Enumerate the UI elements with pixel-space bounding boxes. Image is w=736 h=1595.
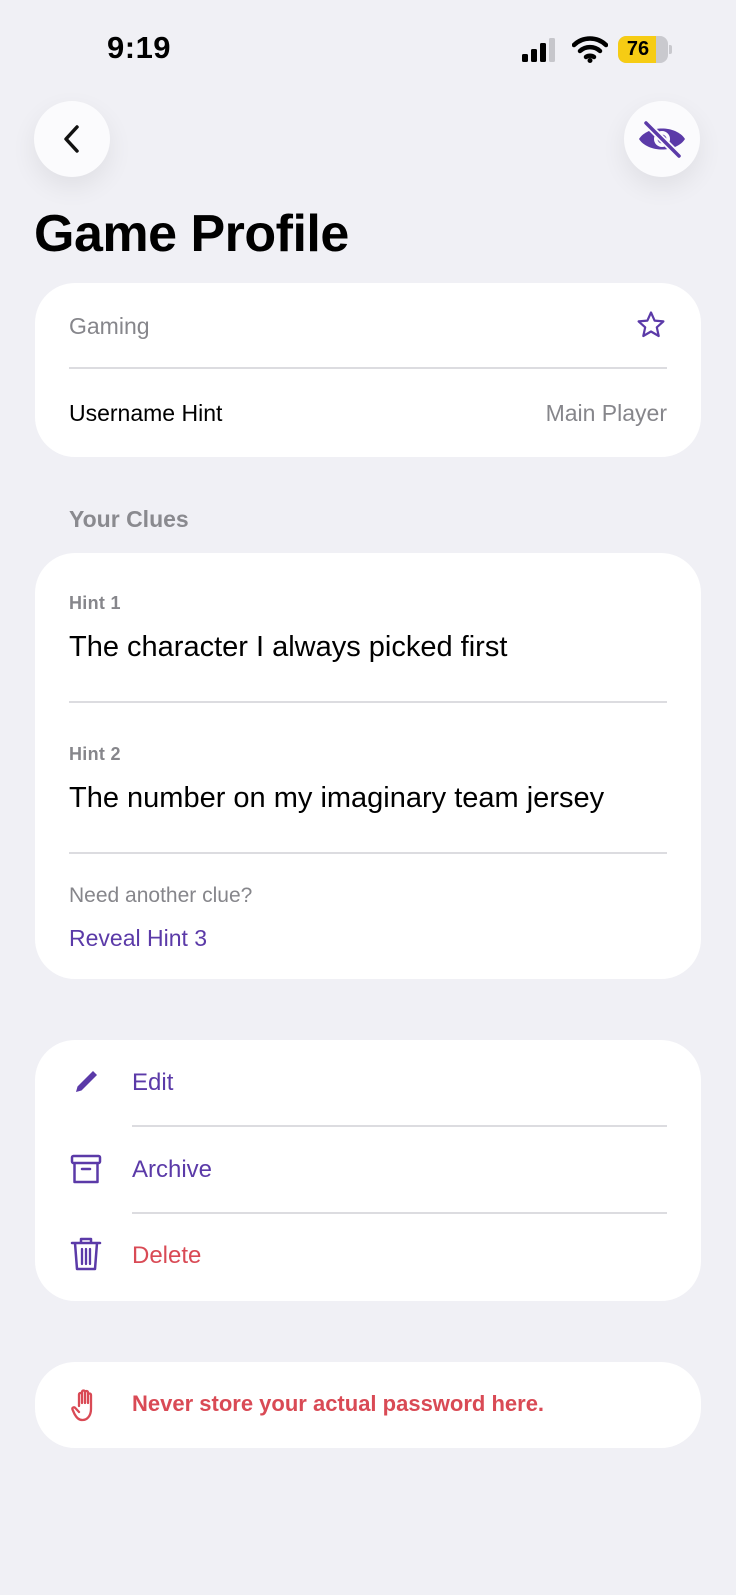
actions-card: Edit Archive Delete: [35, 1040, 701, 1301]
star-icon[interactable]: [636, 310, 666, 340]
divider: [69, 852, 667, 854]
chevron-left-icon: [64, 125, 79, 153]
edit-label: Edit: [132, 1069, 174, 1096]
warning-banner: Never store your actual password here.: [35, 1362, 701, 1448]
info-card: Gaming Username Hint Main Player: [35, 283, 701, 457]
need-another-clue-text: Need another clue?: [69, 884, 253, 907]
page-title: Game Profile: [34, 205, 349, 263]
back-button[interactable]: [34, 101, 110, 177]
status-time: 9:19: [107, 30, 172, 65]
section-header-clues: Your Clues: [69, 506, 189, 532]
hint-1-label: Hint 1: [69, 593, 121, 613]
trash-icon: [68, 1236, 104, 1272]
archive-box-icon: [68, 1151, 104, 1187]
reveal-hint-3-button[interactable]: Reveal Hint 3: [69, 925, 207, 952]
wifi-icon: [572, 36, 608, 63]
divider: [69, 367, 667, 369]
clues-card: Hint 1 The character I always picked fir…: [35, 553, 701, 979]
username-hint-label: Username Hint: [69, 400, 223, 426]
eye-slash-icon: [639, 119, 685, 159]
battery-indicator: 76: [618, 36, 672, 63]
username-hint-value: Main Player: [545, 400, 667, 426]
edit-button[interactable]: Edit: [35, 1040, 701, 1126]
warning-text: Never store your actual password here.: [132, 1391, 545, 1416]
cellular-signal-icon: [522, 38, 555, 62]
hint-2-label: Hint 2: [69, 744, 121, 764]
toggle-visibility-button[interactable]: [624, 101, 700, 177]
hint-1-text: The character I always picked first: [69, 631, 508, 663]
pencil-icon: [68, 1064, 104, 1100]
hand-stop-icon: [68, 1387, 104, 1423]
divider: [69, 701, 667, 703]
archive-label: Archive: [132, 1156, 213, 1183]
status-bar: 9:19 76: [0, 0, 736, 100]
archive-button[interactable]: Archive: [35, 1127, 701, 1213]
battery-level: 76: [626, 38, 650, 60]
delete-button[interactable]: Delete: [35, 1214, 701, 1300]
delete-label: Delete: [132, 1242, 202, 1269]
hint-2-text: The number on my imaginary team jersey: [69, 782, 605, 814]
category-label: Gaming: [69, 313, 150, 339]
